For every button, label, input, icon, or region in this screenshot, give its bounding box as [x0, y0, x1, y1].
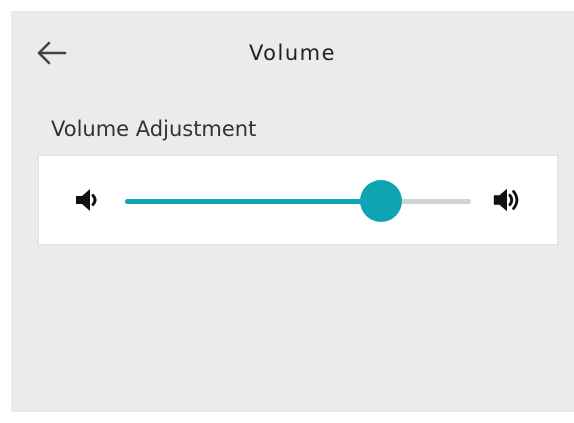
slider-thumb[interactable]: [360, 180, 403, 222]
speaker-low-icon[interactable]: [71, 184, 103, 216]
volume-card: [38, 155, 558, 245]
volume-screen: Volume Volume Adjustment: [11, 11, 574, 412]
header: Volume: [11, 11, 574, 99]
section-label: Volume Adjustment: [51, 117, 257, 141]
page-title: Volume: [248, 41, 337, 65]
slider-fill: [125, 199, 382, 204]
volume-slider[interactable]: [125, 180, 471, 222]
speaker-high-icon[interactable]: [491, 184, 523, 216]
